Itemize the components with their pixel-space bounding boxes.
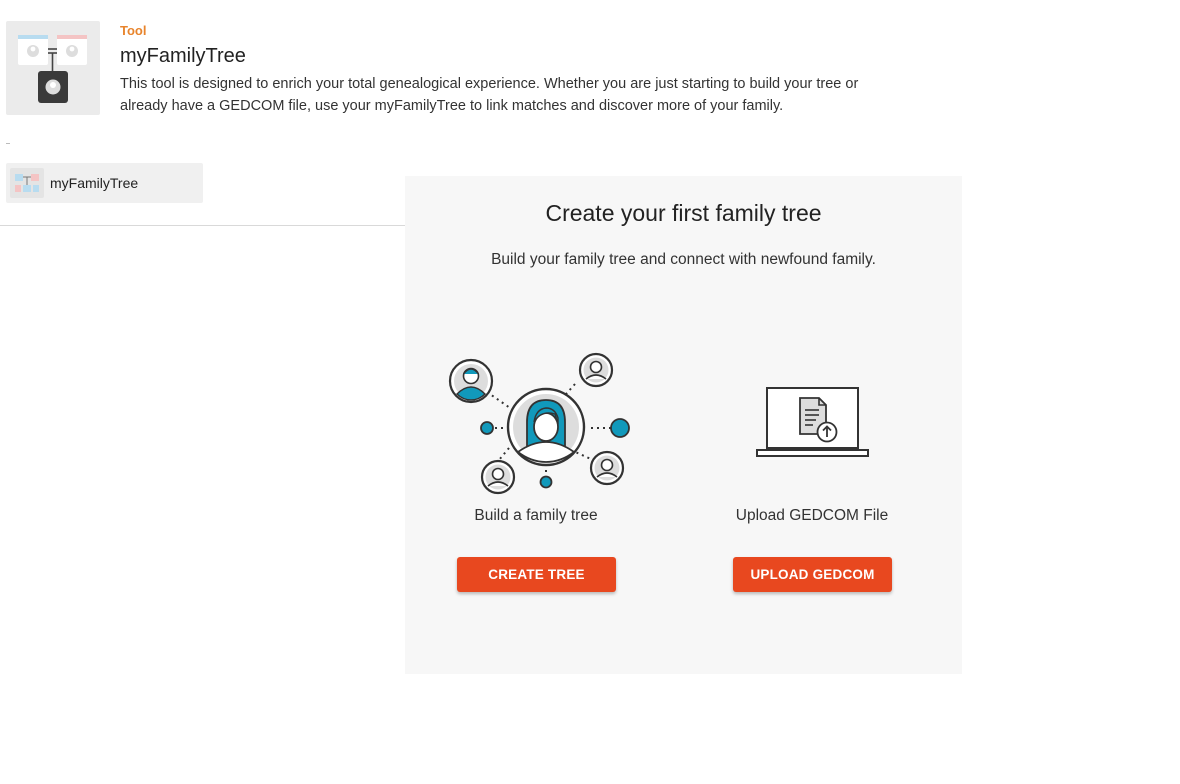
family-tree-thumbnail-icon	[15, 174, 39, 192]
upload-gedcom-button[interactable]: UPLOAD GEDCOM	[733, 557, 892, 592]
tool-thumbnail	[6, 21, 100, 115]
sidebar-item-label: myFamilyTree	[50, 175, 139, 191]
family-tree-thumbnail-icon	[18, 35, 87, 103]
panel-subtitle: Build your family tree and connect with …	[491, 251, 876, 268]
option-label-build-tree: Build a family tree	[474, 507, 598, 524]
tool-kicker: Tool	[120, 23, 147, 38]
family-network-icon	[448, 352, 630, 495]
sidebar-item-myfamilytree[interactable]: myFamilyTree	[6, 163, 203, 203]
option-label-upload-gedcom: Upload GEDCOM File	[735, 507, 889, 524]
divider-mark	[6, 143, 10, 144]
laptop-upload-icon	[756, 387, 869, 457]
page-title: myFamilyTree	[120, 45, 246, 67]
create-tree-button[interactable]: CREATE TREE	[457, 557, 616, 592]
panel-title: Create your first family tree	[545, 200, 822, 226]
tool-description: This tool is designed to enrich your tot…	[120, 76, 859, 114]
sidebar-divider	[0, 225, 405, 226]
sidebar-item-thumbnail	[10, 168, 44, 198]
empty-state-panel: Create your first family tree Build your…	[405, 176, 962, 674]
